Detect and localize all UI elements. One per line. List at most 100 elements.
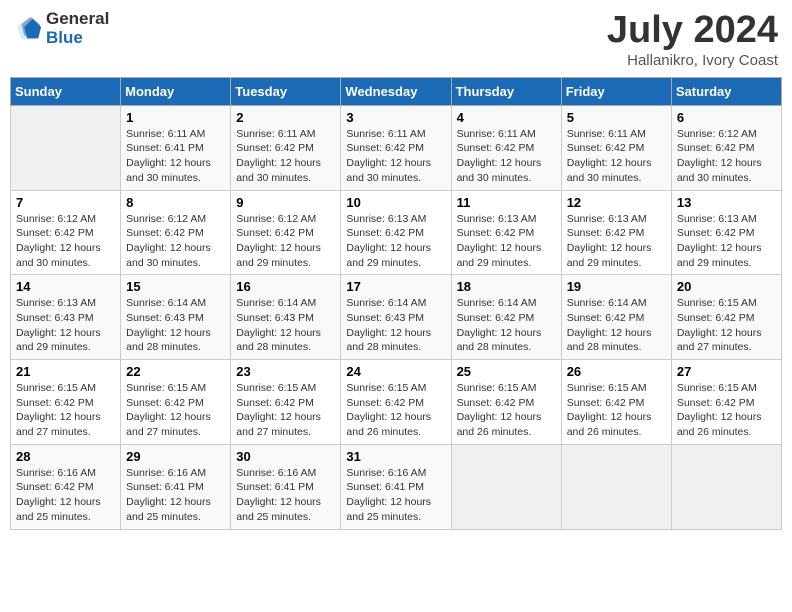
day-info: Sunrise: 6:15 AM Sunset: 6:42 PM Dayligh… [677, 381, 776, 440]
calendar-cell: 29 Sunrise: 6:16 AM Sunset: 6:41 PM Dayli… [121, 444, 231, 529]
day-number: 21 [16, 364, 115, 379]
calendar-cell: 13Sunrise: 6:13 AM Sunset: 6:42 PM Dayli… [671, 190, 781, 275]
day-number: 28 [16, 449, 115, 464]
header-day-friday: Friday [561, 77, 671, 105]
calendar-cell: 11 Sunrise: 6:13 AM Sunset: 6:42 PM Dayli… [451, 190, 561, 275]
day-number: 23 [236, 364, 335, 379]
day-number: 3 [346, 110, 445, 125]
header-day-wednesday: Wednesday [341, 77, 451, 105]
day-info: Sunrise: 6:14 AM Sunset: 6:43 PM Dayligh… [346, 296, 445, 355]
day-number: 12 [567, 195, 666, 210]
day-number: 7 [16, 195, 115, 210]
day-info: Sunrise: 6:15 AM Sunset: 6:42 PM Dayligh… [457, 381, 556, 440]
day-info: Sunrise: 6:16 AM Sunset: 6:42 PM Dayligh… [16, 466, 115, 525]
calendar-cell [11, 105, 121, 190]
calendar-cell: 24Sunrise: 6:15 AM Sunset: 6:42 PM Dayli… [341, 360, 451, 445]
day-info: Sunrise: 6:13 AM Sunset: 6:42 PM Dayligh… [567, 212, 666, 271]
calendar-cell: 15Sunrise: 6:14 AM Sunset: 6:43 PM Dayli… [121, 275, 231, 360]
day-number: 27 [677, 364, 776, 379]
day-number: 8 [126, 195, 225, 210]
calendar-cell: 9 Sunrise: 6:12 AM Sunset: 6:42 PM Daylig… [231, 190, 341, 275]
day-info: Sunrise: 6:12 AM Sunset: 6:42 PM Dayligh… [677, 127, 776, 186]
day-info: Sunrise: 6:15 AM Sunset: 6:42 PM Dayligh… [567, 381, 666, 440]
day-info: Sunrise: 6:11 AM Sunset: 6:42 PM Dayligh… [236, 127, 335, 186]
calendar-cell: 14 Sunrise: 6:13 AM Sunset: 6:43 PM Dayli… [11, 275, 121, 360]
calendar-header: SundayMondayTuesdayWednesdayThursdayFrid… [11, 77, 782, 105]
calendar-cell: 17 Sunrise: 6:14 AM Sunset: 6:43 PM Dayli… [341, 275, 451, 360]
day-number: 4 [457, 110, 556, 125]
header-day-tuesday: Tuesday [231, 77, 341, 105]
header-day-monday: Monday [121, 77, 231, 105]
day-number: 11 [457, 195, 556, 210]
day-info: Sunrise: 6:16 AM Sunset: 6:41 PM Dayligh… [126, 466, 225, 525]
day-number: 6 [677, 110, 776, 125]
logo-blue: Blue [46, 29, 109, 48]
day-info: Sunrise: 6:14 AM Sunset: 6:42 PM Dayligh… [457, 296, 556, 355]
calendar-cell: 23 Sunrise: 6:15 AM Sunset: 6:42 PM Dayli… [231, 360, 341, 445]
day-info: Sunrise: 6:15 AM Sunset: 6:42 PM Dayligh… [126, 381, 225, 440]
title-block: July 2024 Hallanikro, Ivory Coast [607, 10, 778, 69]
day-number: 18 [457, 279, 556, 294]
location: Hallanikro, Ivory Coast [607, 52, 778, 69]
calendar-cell: 2 Sunrise: 6:11 AM Sunset: 6:42 PM Daylig… [231, 105, 341, 190]
day-number: 22 [126, 364, 225, 379]
calendar-cell: 28 Sunrise: 6:16 AM Sunset: 6:42 PM Dayli… [11, 444, 121, 529]
calendar-table: SundayMondayTuesdayWednesdayThursdayFrid… [10, 77, 782, 530]
week-row: 28 Sunrise: 6:16 AM Sunset: 6:42 PM Dayli… [11, 444, 782, 529]
header-day-thursday: Thursday [451, 77, 561, 105]
calendar-cell: 1 Sunrise: 6:11 AM Sunset: 6:41 PM Daylig… [121, 105, 231, 190]
month-title: July 2024 [607, 10, 778, 52]
logo-text: General Blue [46, 10, 109, 47]
week-row: 14 Sunrise: 6:13 AM Sunset: 6:43 PM Dayli… [11, 275, 782, 360]
day-number: 29 [126, 449, 225, 464]
day-info: Sunrise: 6:16 AM Sunset: 6:41 PM Dayligh… [346, 466, 445, 525]
calendar-cell: 16Sunrise: 6:14 AM Sunset: 6:43 PM Dayli… [231, 275, 341, 360]
day-info: Sunrise: 6:11 AM Sunset: 6:42 PM Dayligh… [457, 127, 556, 186]
day-info: Sunrise: 6:12 AM Sunset: 6:42 PM Dayligh… [236, 212, 335, 271]
calendar-cell: 7Sunrise: 6:12 AM Sunset: 6:42 PM Daylig… [11, 190, 121, 275]
day-number: 25 [457, 364, 556, 379]
calendar-cell: 30Sunrise: 6:16 AM Sunset: 6:41 PM Dayli… [231, 444, 341, 529]
calendar-cell: 10Sunrise: 6:13 AM Sunset: 6:42 PM Dayli… [341, 190, 451, 275]
day-number: 2 [236, 110, 335, 125]
calendar-cell: 6 Sunrise: 6:12 AM Sunset: 6:42 PM Daylig… [671, 105, 781, 190]
day-number: 20 [677, 279, 776, 294]
week-row: 7 Sunrise: 6:12 AM Sunset: 6:42 PM Daylig… [11, 190, 782, 275]
logo-icon [14, 15, 42, 43]
week-row: 21 Sunrise: 6:15 AM Sunset: 6:42 PM Dayli… [11, 360, 782, 445]
day-number: 9 [236, 195, 335, 210]
calendar-body: 1 Sunrise: 6:11 AM Sunset: 6:41 PM Daylig… [11, 105, 782, 529]
calendar-cell: 22 Sunrise: 6:15 AM Sunset: 6:42 PM Dayli… [121, 360, 231, 445]
day-info: Sunrise: 6:16 AM Sunset: 6:41 PM Dayligh… [236, 466, 335, 525]
day-number: 16 [236, 279, 335, 294]
day-number: 14 [16, 279, 115, 294]
day-number: 17 [346, 279, 445, 294]
header-row: SundayMondayTuesdayWednesdayThursdayFrid… [11, 77, 782, 105]
day-info: Sunrise: 6:12 AM Sunset: 6:42 PM Dayligh… [126, 212, 225, 271]
day-info: Sunrise: 6:13 AM Sunset: 6:42 PM Dayligh… [457, 212, 556, 271]
day-info: Sunrise: 6:15 AM Sunset: 6:42 PM Dayligh… [236, 381, 335, 440]
day-number: 1 [126, 110, 225, 125]
calendar-cell: 20Sunrise: 6:15 AM Sunset: 6:42 PM Dayli… [671, 275, 781, 360]
calendar-cell: 31Sunrise: 6:16 AM Sunset: 6:41 PM Dayli… [341, 444, 451, 529]
calendar-cell: 19 Sunrise: 6:14 AM Sunset: 6:42 PM Dayli… [561, 275, 671, 360]
day-info: Sunrise: 6:13 AM Sunset: 6:43 PM Dayligh… [16, 296, 115, 355]
calendar-cell: 27 Sunrise: 6:15 AM Sunset: 6:42 PM Dayli… [671, 360, 781, 445]
day-number: 10 [346, 195, 445, 210]
week-row: 1 Sunrise: 6:11 AM Sunset: 6:41 PM Daylig… [11, 105, 782, 190]
day-number: 19 [567, 279, 666, 294]
calendar-cell: 12 Sunrise: 6:13 AM Sunset: 6:42 PM Dayli… [561, 190, 671, 275]
calendar-cell: 26Sunrise: 6:15 AM Sunset: 6:42 PM Dayli… [561, 360, 671, 445]
day-info: Sunrise: 6:14 AM Sunset: 6:42 PM Dayligh… [567, 296, 666, 355]
day-info: Sunrise: 6:15 AM Sunset: 6:42 PM Dayligh… [16, 381, 115, 440]
header-day-sunday: Sunday [11, 77, 121, 105]
day-info: Sunrise: 6:11 AM Sunset: 6:41 PM Dayligh… [126, 127, 225, 186]
calendar-cell: 21 Sunrise: 6:15 AM Sunset: 6:42 PM Dayli… [11, 360, 121, 445]
day-info: Sunrise: 6:11 AM Sunset: 6:42 PM Dayligh… [346, 127, 445, 186]
page-header: General Blue July 2024 Hallanikro, Ivory… [10, 10, 782, 69]
calendar-cell [451, 444, 561, 529]
calendar-cell: 5Sunrise: 6:11 AM Sunset: 6:42 PM Daylig… [561, 105, 671, 190]
day-number: 24 [346, 364, 445, 379]
calendar-cell [561, 444, 671, 529]
calendar-cell: 8 Sunrise: 6:12 AM Sunset: 6:42 PM Daylig… [121, 190, 231, 275]
